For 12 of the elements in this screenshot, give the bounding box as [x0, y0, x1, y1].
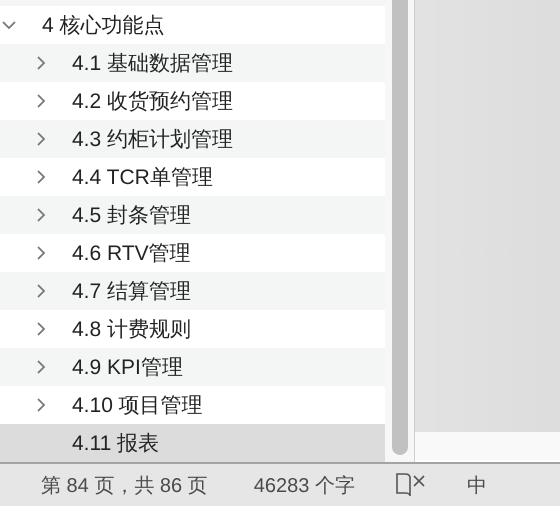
outline-item[interactable]: 4.2 收货预约管理 — [0, 82, 385, 120]
outline-item[interactable]: 4.4 TCR单管理 — [0, 158, 385, 196]
outline-item[interactable]: 4.11 报表 — [0, 424, 385, 462]
page-count[interactable]: 第 84 页，共 86 页 — [41, 472, 208, 498]
language-indicator[interactable]: 中 — [466, 472, 487, 498]
scrollbar-thumb[interactable] — [392, 0, 408, 455]
outline-item[interactable]: 4 核心功能点 — [0, 6, 385, 44]
book-icon[interactable] — [394, 472, 427, 498]
outline-item[interactable]: 4.6 RTV管理 — [0, 234, 385, 272]
outline-item[interactable]: 4.8 计费规则 — [0, 310, 385, 348]
outline-item[interactable]: 4.10 项目管理 — [0, 386, 385, 424]
word-count[interactable]: 46283 个字 — [254, 472, 355, 498]
